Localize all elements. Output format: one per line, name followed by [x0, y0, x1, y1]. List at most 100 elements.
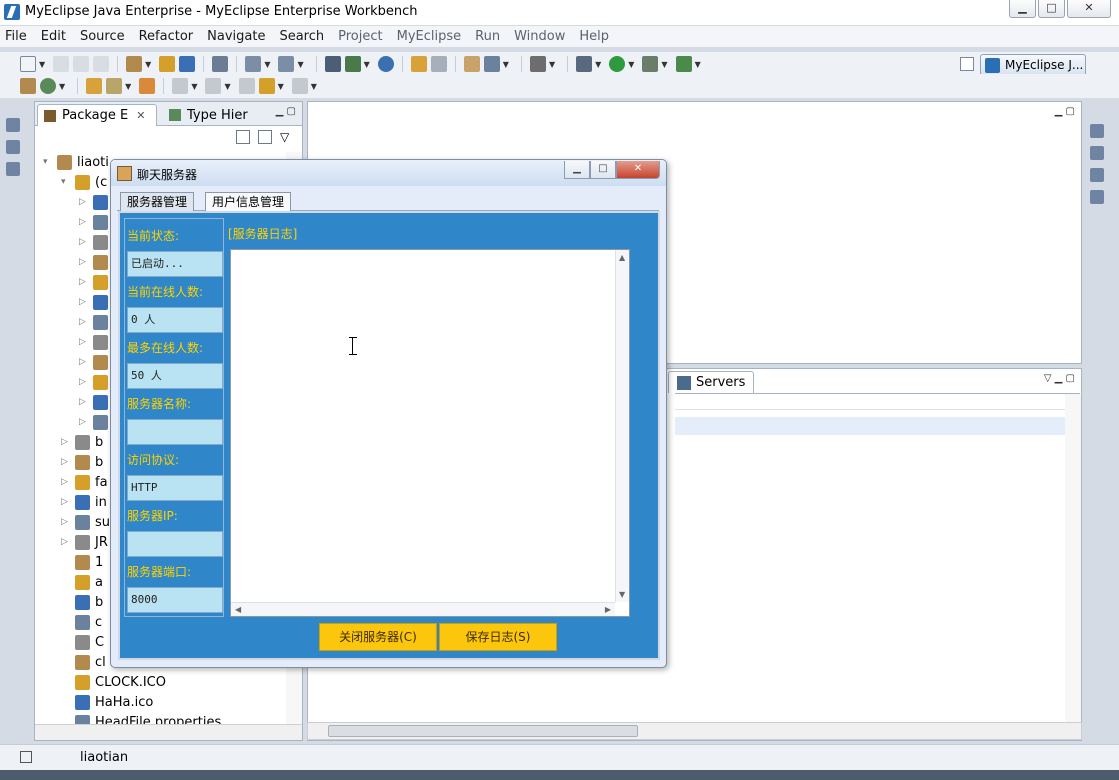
server-log-textarea[interactable]: ▲ ▼ ◀ ▶	[230, 249, 630, 617]
expand-toggle-icon[interactable]: ▷	[61, 517, 71, 527]
tree-item[interactable]: CLOCK.ICO	[35, 672, 295, 692]
hierarchy-icon[interactable]	[20, 78, 36, 94]
expand-toggle-icon[interactable]: ▷	[79, 317, 89, 327]
close-window-button[interactable]: ✕	[1067, 0, 1111, 18]
open-task-icon[interactable]	[139, 78, 156, 94]
web-icon[interactable]	[483, 56, 500, 72]
expand-toggle-icon[interactable]: ▷	[79, 377, 89, 387]
menu-edit[interactable]: Edit	[41, 29, 66, 44]
last-edit-icon[interactable]	[238, 78, 255, 94]
panel-min-max-icons[interactable]: ▁ ▢	[276, 106, 296, 117]
open-type-icon[interactable]	[86, 78, 103, 94]
log-vscrollbar[interactable]: ▲ ▼	[615, 250, 629, 602]
expand-toggle-icon[interactable]: ▷	[79, 277, 89, 287]
menu-window[interactable]: Window	[514, 29, 565, 44]
wizard-icon[interactable]	[126, 56, 143, 72]
expand-toggle-icon[interactable]: ▷	[79, 357, 89, 367]
run-icon[interactable]	[609, 56, 626, 72]
folder-icon[interactable]	[410, 56, 427, 72]
expand-toggle-icon[interactable]: ▾	[43, 157, 53, 167]
deploy-icon[interactable]	[324, 56, 341, 72]
tree-item[interactable]: HaHa.ico	[35, 692, 295, 712]
prev-annotation-icon[interactable]	[205, 78, 222, 94]
save-log-button[interactable]: 保存日志(S)	[439, 623, 557, 651]
expand-toggle-icon[interactable]: ▾	[61, 177, 71, 187]
expand-toggle-icon[interactable]: ▷	[79, 297, 89, 307]
menu-myeclipse[interactable]: MyEclipse	[397, 29, 462, 44]
restore-icon[interactable]	[6, 118, 20, 132]
menu-project[interactable]: Project	[338, 29, 382, 44]
editor-min-max-icons[interactable]: ▁ ▢	[1055, 106, 1075, 117]
debug-icon[interactable]	[576, 56, 593, 72]
print-icon[interactable]	[93, 56, 110, 72]
pen-icon[interactable]	[245, 56, 262, 72]
menu-source[interactable]: Source	[80, 29, 125, 44]
refresh-icon[interactable]	[40, 78, 56, 94]
fast-view-icon[interactable]	[20, 751, 32, 763]
camera-icon[interactable]	[529, 56, 546, 72]
next-annotation-icon[interactable]	[172, 78, 189, 94]
expand-toggle-icon[interactable]: ▷	[79, 257, 89, 267]
expand-toggle-icon[interactable]: ▷	[79, 417, 89, 427]
restore-right-icon[interactable]	[1090, 124, 1104, 138]
save-all-icon[interactable]	[73, 56, 90, 72]
perspective-button[interactable]: MyEclipse J...	[980, 54, 1086, 76]
report-icon[interactable]	[463, 56, 480, 72]
db-icon[interactable]	[212, 56, 229, 72]
expand-toggle-icon[interactable]: ▷	[61, 497, 71, 507]
menu-search[interactable]: Search	[279, 29, 324, 44]
servers-selected-row[interactable]	[675, 417, 1080, 435]
expand-toggle-icon[interactable]: ▷	[79, 337, 89, 347]
stop-server-button[interactable]: 关闭服务器(C)	[319, 623, 437, 651]
expand-toggle-icon[interactable]: ▷	[61, 437, 71, 447]
servers-vscrollbar[interactable]	[1065, 394, 1081, 734]
menu-file[interactable]: File	[5, 29, 27, 44]
tab-servers[interactable]: Servers	[668, 371, 755, 393]
expand-toggle-icon[interactable]: ▷	[61, 537, 71, 547]
back-icon[interactable]	[258, 78, 275, 94]
cube-icon[interactable]	[179, 56, 196, 72]
dialog-minimize-button[interactable]: ▁	[564, 161, 590, 179]
forward-icon[interactable]	[291, 78, 308, 94]
menu-run[interactable]: Run	[475, 29, 500, 44]
tab-package-explorer[interactable]: Package E ✕	[37, 104, 157, 126]
outline-icon[interactable]	[6, 162, 20, 176]
task-list-icon[interactable]	[1090, 190, 1104, 204]
menu-help[interactable]: Help	[579, 29, 609, 44]
expand-toggle-icon[interactable]: ▷	[61, 457, 71, 467]
new-icon[interactable]	[20, 56, 36, 72]
expand-toggle-icon[interactable]: ▷	[79, 237, 89, 247]
save-icon[interactable]	[53, 56, 70, 72]
editor-hscrollbar[interactable]	[307, 722, 1082, 740]
profile-icon[interactable]	[642, 56, 659, 72]
view-icon[interactable]	[6, 140, 20, 154]
servers-min-max-icons[interactable]: ▽ ▁ ▢	[1044, 373, 1075, 384]
log-hscrollbar[interactable]: ◀ ▶	[231, 602, 615, 616]
close-tab-icon[interactable]: ✕	[136, 109, 145, 122]
open-perspective-icon[interactable]	[960, 57, 974, 71]
package-icon[interactable]	[159, 56, 176, 72]
expand-toggle-icon[interactable]: ▷	[61, 477, 71, 487]
expand-toggle-icon[interactable]: ▷	[79, 217, 89, 227]
expand-toggle-icon[interactable]: ▷	[79, 197, 89, 207]
tab-type-hierarchy[interactable]: Type Hier	[163, 104, 254, 126]
restore-right-2-icon[interactable]	[1090, 168, 1104, 182]
link-editor-icon[interactable]	[258, 130, 272, 144]
menu-navigate[interactable]: Navigate	[207, 29, 265, 44]
minimize-button[interactable]: ▁	[1009, 0, 1036, 18]
dialog-maximize-button[interactable]: □	[590, 161, 616, 179]
tab-user-info-management[interactable]: 用户信息管理	[205, 192, 292, 211]
search-icon[interactable]	[106, 78, 123, 94]
outline-view-icon[interactable]	[1090, 146, 1104, 160]
external-tools-icon[interactable]	[675, 56, 692, 72]
menu-refactor[interactable]: Refactor	[139, 29, 194, 44]
brush-icon[interactable]	[278, 56, 295, 72]
dialog-close-button[interactable]: ✕	[616, 161, 660, 179]
run-server-icon[interactable]	[344, 56, 361, 72]
expand-toggle-icon[interactable]: ▷	[79, 397, 89, 407]
maximize-button[interactable]: □	[1038, 0, 1065, 18]
globe-icon[interactable]	[377, 56, 394, 72]
package-explorer-hscrollbar[interactable]	[35, 724, 302, 740]
collapse-all-icon[interactable]	[236, 130, 250, 144]
view-menu-icon[interactable]: ▽	[280, 130, 294, 144]
